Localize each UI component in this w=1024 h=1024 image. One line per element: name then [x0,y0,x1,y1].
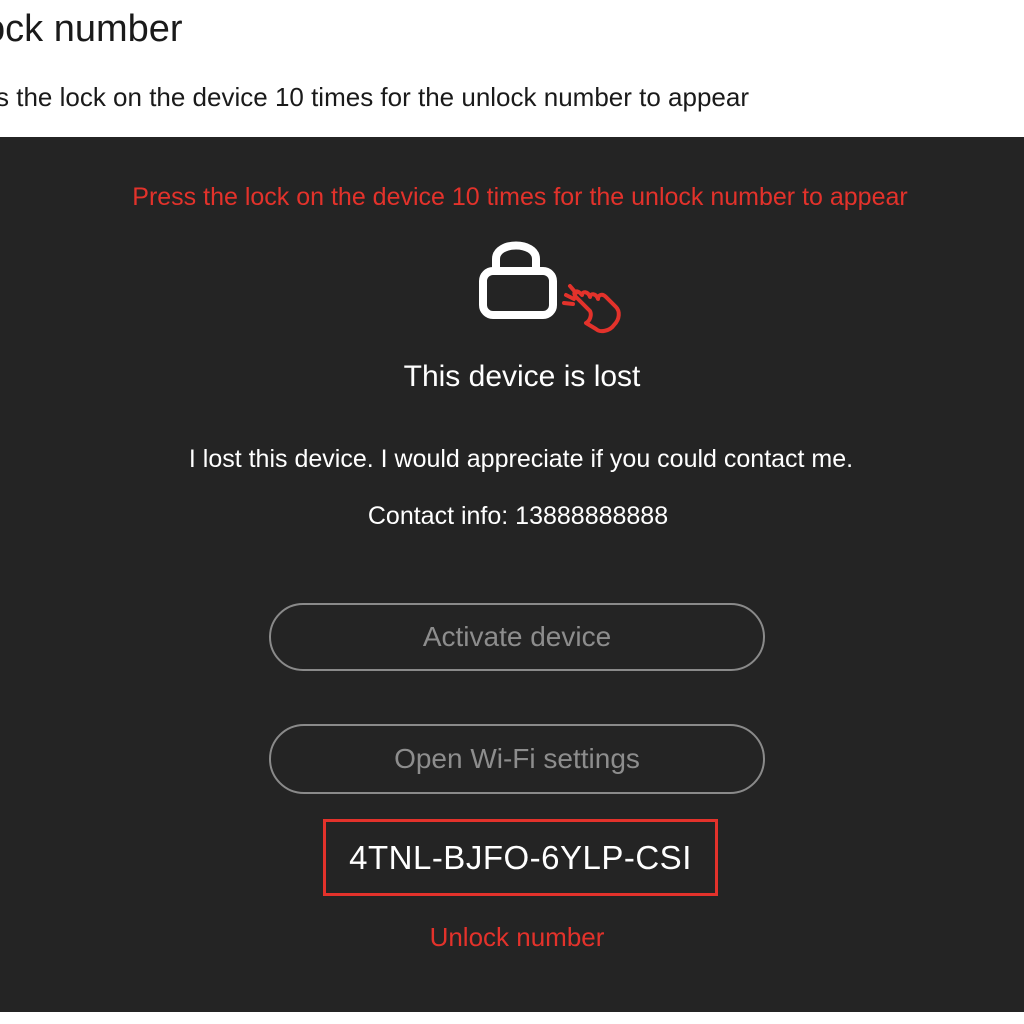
unlock-code-box: 4TNL-BJFO-6YLP-CSI [323,819,718,896]
status-title: This device is lost [403,360,641,393]
unlock-number-label: Unlock number [429,922,605,952]
owner-message: I lost this device. I would appreciate i… [188,445,854,473]
contact-info: Contact info: 13888888888 [367,502,669,530]
press-lock-hint: Press the lock on the device 10 times fo… [132,183,908,211]
open-wifi-settings-button[interactable]: Open Wi-Fi settings [269,724,765,794]
page: ock number s the lock on the device 10 t… [0,0,1024,1024]
lock-area[interactable] [478,229,628,339]
unlock-code: 4TNL-BJFO-6YLP-CSI [349,838,692,876]
bottom-margin [0,1012,1024,1024]
document-title: ock number [0,8,183,50]
document-subtitle: s the lock on the device 10 times for th… [0,82,749,112]
hand-pointer-icon [562,284,621,334]
lock-icon[interactable] [478,229,628,339]
activate-device-button[interactable]: Activate device [269,603,765,671]
